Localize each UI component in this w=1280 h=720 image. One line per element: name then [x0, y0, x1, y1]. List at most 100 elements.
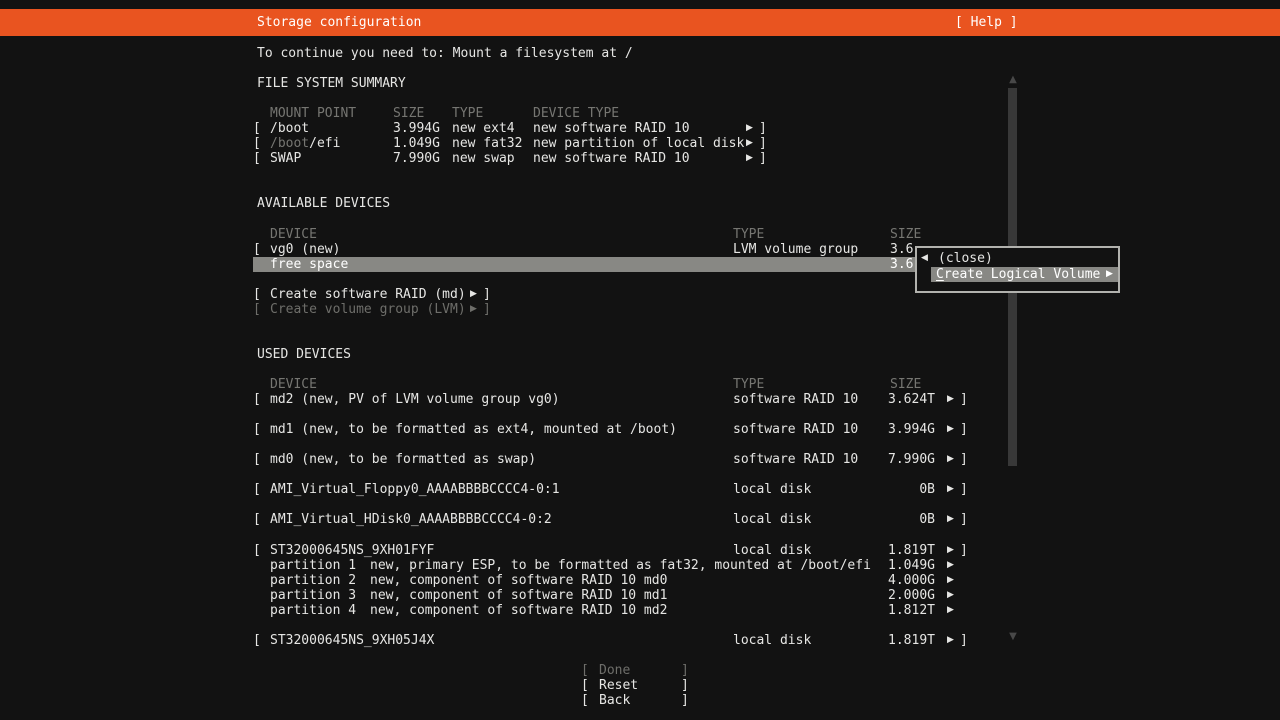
mount-point: /boot	[270, 121, 309, 136]
chevron-right-icon: ▶	[947, 512, 954, 527]
chevron-right-icon: ▶	[947, 558, 954, 573]
fs-row-boot-efi[interactable]: [ /boot/efi 1.049G new fat32 new partiti…	[0, 136, 1280, 151]
device-size: 1.819T	[874, 633, 935, 648]
device-size: 3.6	[890, 257, 913, 272]
col-size: SIZE	[393, 106, 424, 121]
used-devices-header-row: DEVICE TYPE SIZE	[0, 377, 1280, 392]
chevron-right-icon: ▶	[947, 392, 954, 407]
partition-size: 1.812T	[874, 603, 935, 618]
reset-button[interactable]: [ Reset ]	[0, 678, 1280, 693]
chevron-right-icon: ▶	[470, 287, 477, 302]
done-button-disabled[interactable]: [ Done ]	[0, 663, 1280, 678]
col-size: SIZE	[890, 377, 921, 392]
create-volume-group-button-disabled[interactable]: [ Create volume group (LVM) ▶ ]	[0, 302, 1280, 317]
type: new swap	[452, 151, 515, 166]
notice-line: To continue you need to: Mount a filesys…	[0, 46, 1280, 61]
bracket: ]	[483, 287, 491, 302]
col-device-type: DEVICE TYPE	[533, 106, 619, 121]
storage-configuration-screen: Storage configuration [ Help ] To contin…	[0, 0, 1280, 720]
bracket: [	[253, 633, 261, 648]
col-size: SIZE	[890, 227, 921, 242]
bracket: [	[253, 242, 261, 257]
bracket: ]	[960, 543, 968, 558]
bracket: ]	[960, 482, 968, 497]
type: new ext4	[452, 121, 515, 136]
available-devices-header-row: DEVICE TYPE SIZE	[0, 227, 1280, 242]
chevron-left-icon: ◀	[921, 251, 928, 266]
bracket: ]	[960, 512, 968, 527]
bracket: ]	[759, 151, 767, 166]
device-row-st32000645ns-2[interactable]: [ ST32000645NS_9XH05J4X local disk 1.819…	[0, 633, 1280, 648]
partition-name: partition 1	[270, 558, 356, 573]
button-label: Done	[599, 663, 630, 678]
fs-row-swap[interactable]: [ SWAP 7.990G new swap new software RAID…	[0, 151, 1280, 166]
chevron-right-icon: ▶	[470, 302, 477, 317]
bracket: [	[253, 512, 261, 527]
scroll-down-icon[interactable]: ▼	[1007, 631, 1019, 643]
fs-summary-title: FILE SYSTEM SUMMARY	[0, 76, 1280, 91]
device-name: md0 (new, to be formatted as swap)	[270, 452, 536, 467]
bracket: [	[253, 422, 261, 437]
device-name: AMI_Virtual_Floppy0_AAAABBBBCCCC4-0:1	[270, 482, 560, 497]
device-size: 3.994G	[874, 422, 935, 437]
col-type: TYPE	[733, 227, 764, 242]
mount-point: /boot/efi	[270, 136, 340, 151]
chevron-right-icon: ▶	[947, 482, 954, 497]
device-type: new software RAID 10	[533, 151, 690, 166]
device-row-virtual-floppy[interactable]: [ AMI_Virtual_Floppy0_AAAABBBBCCCC4-0:1 …	[0, 482, 1280, 497]
device-name: ST32000645NS_9XH05J4X	[270, 633, 434, 648]
page-title: Storage configuration	[257, 9, 421, 36]
partition-row-2[interactable]: partition 2 new, component of software R…	[0, 573, 1280, 588]
partition-size: 4.000G	[874, 573, 935, 588]
chevron-right-icon: ▶	[746, 151, 753, 166]
partition-row-3[interactable]: partition 3 new, component of software R…	[0, 588, 1280, 603]
partition-name: partition 4	[270, 603, 356, 618]
partition-desc: new, component of software RAID 10 md2	[370, 603, 667, 618]
device-row-free-space-selected[interactable]: free space 3.6	[253, 257, 915, 272]
bracket: [	[581, 678, 589, 693]
device-row-st32000645ns-1[interactable]: [ ST32000645NS_9XH01FYF local disk 1.819…	[0, 543, 1280, 558]
size: 7.990G	[393, 151, 440, 166]
partition-desc: new, component of software RAID 10 md0	[370, 573, 667, 588]
device-size: 3.6	[890, 242, 913, 257]
scroll-up-icon[interactable]: ▲	[1007, 74, 1019, 86]
mount-point: SWAP	[270, 151, 301, 166]
bracket: ]	[759, 121, 767, 136]
bracket: [	[253, 151, 261, 166]
partition-desc: new, primary ESP, to be formatted as fat…	[370, 558, 871, 573]
bracket: ]	[960, 633, 968, 648]
action-label: Create volume group (LVM)	[270, 302, 466, 317]
partition-row-4[interactable]: partition 4 new, component of software R…	[0, 603, 1280, 618]
device-name: free space	[270, 257, 348, 272]
fs-row-boot[interactable]: [ /boot 3.994G new ext4 new software RAI…	[0, 121, 1280, 136]
device-row-md2[interactable]: [ md2 (new, PV of LVM volume group vg0) …	[0, 392, 1280, 407]
col-mount-point: MOUNT POINT	[270, 106, 356, 121]
chevron-right-icon: ▶	[947, 452, 954, 467]
partition-row-1[interactable]: partition 1 new, primary ESP, to be form…	[0, 558, 1280, 573]
chevron-right-icon: ▶	[947, 422, 954, 437]
bracket: ]	[960, 452, 968, 467]
bracket: ]	[483, 302, 491, 317]
notice-text: To continue you need to: Mount a filesys…	[257, 46, 633, 61]
bracket: ]	[960, 392, 968, 407]
menu-item-create-logical-volume-selected[interactable]: Create Logical Volume ▶	[931, 267, 1118, 282]
device-type: new software RAID 10	[533, 121, 690, 136]
device-type: LVM volume group	[733, 242, 858, 257]
device-type: local disk	[733, 633, 811, 648]
back-button[interactable]: [ Back ]	[0, 693, 1280, 708]
bracket: [	[253, 482, 261, 497]
partition-name: partition 2	[270, 573, 356, 588]
device-row-virtual-hdisk[interactable]: [ AMI_Virtual_HDisk0_AAAABBBBCCCC4-0:2 l…	[0, 512, 1280, 527]
bracket: [	[253, 121, 261, 136]
device-type: software RAID 10	[733, 452, 858, 467]
bracket: [	[581, 663, 589, 678]
bracket: [	[581, 693, 589, 708]
help-button[interactable]: [ Help ]	[955, 9, 1018, 36]
device-type: local disk	[733, 512, 811, 527]
device-row-md0[interactable]: [ md0 (new, to be formatted as swap) sof…	[0, 452, 1280, 467]
chevron-right-icon: ▶	[746, 121, 753, 136]
col-device: DEVICE	[270, 227, 317, 242]
device-row-md1[interactable]: [ md1 (new, to be formatted as ext4, mou…	[0, 422, 1280, 437]
button-label: Back	[599, 693, 630, 708]
device-type: software RAID 10	[733, 422, 858, 437]
